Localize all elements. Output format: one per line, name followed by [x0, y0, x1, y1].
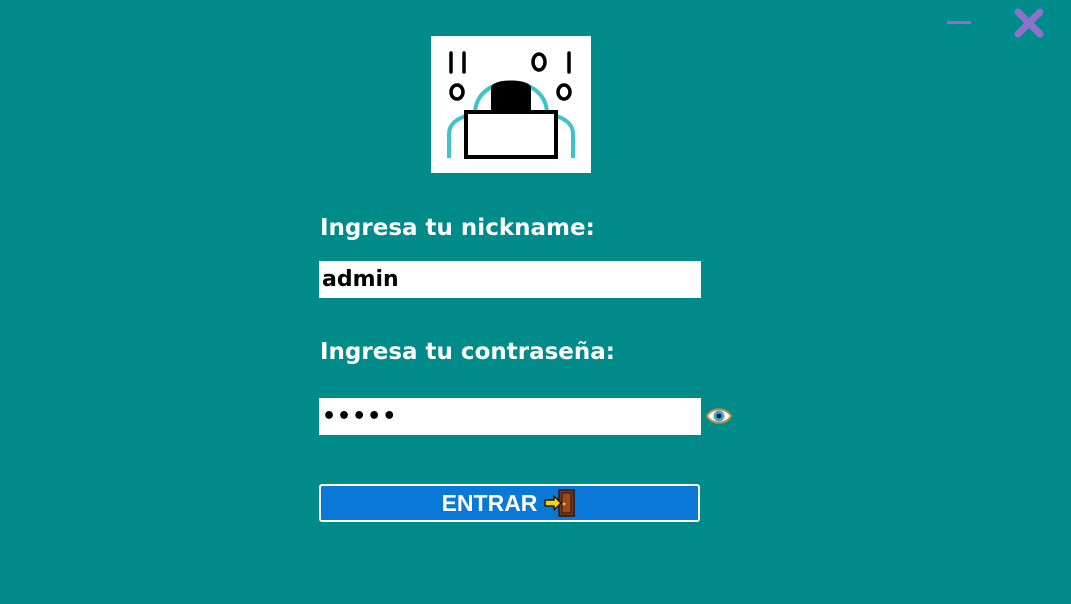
- nickname-label: Ingresa tu nickname:: [320, 215, 595, 241]
- password-input[interactable]: [319, 398, 701, 435]
- door-enter-icon: [544, 489, 576, 517]
- enter-button[interactable]: ENTRAR: [319, 484, 700, 522]
- close-button[interactable]: [1011, 5, 1047, 41]
- minimize-button[interactable]: [944, 8, 974, 36]
- show-password-button[interactable]: [705, 403, 733, 429]
- hacker-with-laptop-icon: [447, 51, 575, 159]
- app-logo: [431, 36, 591, 173]
- minimize-icon: [947, 21, 971, 24]
- enter-button-label: ENTRAR: [441, 490, 538, 516]
- close-icon: [1014, 8, 1044, 38]
- nickname-input[interactable]: [319, 261, 701, 298]
- eye-icon: [705, 408, 733, 424]
- password-label: Ingresa tu contraseña:: [320, 339, 615, 365]
